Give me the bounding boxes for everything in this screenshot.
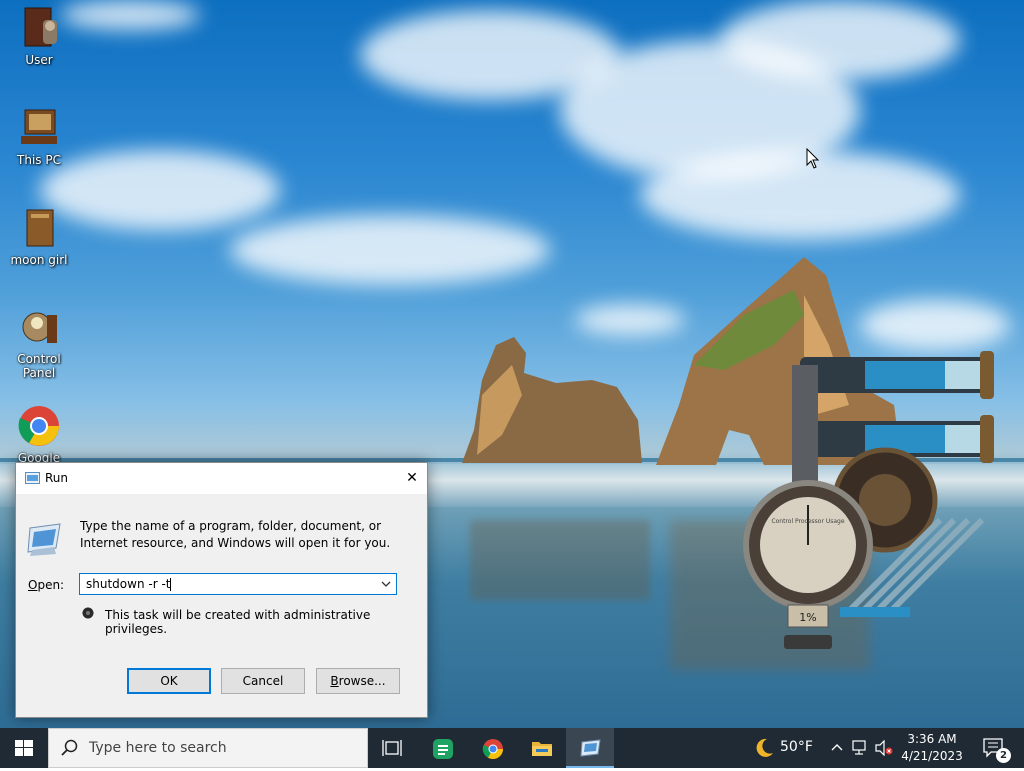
clock-time: 3:36 AM <box>907 732 957 746</box>
close-button[interactable]: ✕ <box>397 463 427 494</box>
search-placeholder: Type here to search <box>89 740 227 756</box>
gauge-percent-label: 1% <box>799 611 816 624</box>
folder-icon <box>17 206 61 250</box>
chevron-up-icon <box>831 744 843 751</box>
volume-muted-icon <box>875 740 893 756</box>
browse-button[interactable]: Browse... <box>316 668 400 694</box>
gauge-face-text: Control Processor Usage <box>771 518 844 525</box>
cloud-decoration <box>720 0 960 80</box>
file-explorer-taskbar-button[interactable] <box>517 728 565 768</box>
weather-widget[interactable]: 50°F <box>750 728 822 768</box>
cloud-decoration <box>640 150 960 240</box>
desktop-icon-label: moon girl <box>10 253 68 267</box>
close-icon: ✕ <box>406 470 418 486</box>
file-explorer-icon <box>532 742 552 756</box>
clock-date: 4/21/2023 <box>901 749 963 763</box>
run-program-icon <box>27 523 61 556</box>
desktop-icon-this-pc[interactable]: This PC <box>0 106 78 167</box>
open-input[interactable]: shutdown -r -t <box>79 573 397 595</box>
sheets-icon <box>433 739 453 759</box>
desktop-icon-label: User <box>25 53 53 67</box>
windows-logo-icon <box>15 740 33 756</box>
run-dialog: Run ✕ Type the name of a program, folder… <box>15 462 428 718</box>
run-taskbar-button[interactable] <box>566 728 614 768</box>
browse-accel: B <box>330 674 339 688</box>
moon-icon <box>756 738 773 757</box>
admin-shield-icon <box>82 607 94 619</box>
run-dialog-title: Run <box>45 471 69 485</box>
run-app-icon <box>580 739 601 757</box>
taskbar: Type here to search 50°F 3:36 AM 4/21/20… <box>0 728 1024 768</box>
computer-icon <box>17 106 61 150</box>
notification-count-badge: 2 <box>996 748 1011 763</box>
chrome-taskbar-button[interactable] <box>468 728 516 768</box>
desktop-icon-label: This PC <box>17 153 61 167</box>
show-hidden-icons-button[interactable] <box>828 728 846 768</box>
desktop-icon-label: Control Panel <box>17 352 61 380</box>
sheets-taskbar-button[interactable] <box>418 728 466 768</box>
open-label: Open: <box>28 578 64 592</box>
desktop-icon-moon-girl[interactable]: moon girl <box>0 206 78 267</box>
taskbar-clock[interactable]: 3:36 AM 4/21/2023 <box>895 731 969 771</box>
control-panel-icon <box>17 305 61 349</box>
ok-button[interactable]: OK <box>127 668 211 694</box>
open-input-value: shutdown -r -t <box>86 577 175 591</box>
text-caret <box>170 578 171 591</box>
volume-tray-button[interactable] <box>873 728 893 768</box>
task-view-icon <box>382 740 402 756</box>
network-icon <box>852 740 866 755</box>
mouse-pointer-icon <box>806 148 820 169</box>
taskbar-search-box[interactable]: Type here to search <box>48 728 368 768</box>
run-app-icon <box>25 472 40 484</box>
search-icon <box>61 739 78 756</box>
run-dialog-description: Type the name of a program, folder, docu… <box>80 519 391 550</box>
cloud-decoration <box>230 215 550 285</box>
chevron-down-icon[interactable] <box>379 576 393 592</box>
task-view-button[interactable] <box>368 728 416 768</box>
cpu-gauge-widget: Control Processor Usage 1% <box>743 351 994 649</box>
network-tray-button[interactable] <box>850 728 870 768</box>
chrome-icon <box>482 739 503 759</box>
admin-privileges-note: This task will be created with administr… <box>105 608 371 636</box>
action-center-button[interactable]: 2 <box>974 728 1020 768</box>
start-button[interactable] <box>0 728 48 768</box>
rock-formation-left <box>462 337 642 463</box>
cancel-button[interactable]: Cancel <box>221 668 305 694</box>
cloud-decoration <box>60 0 200 30</box>
desktop-icon-user[interactable]: User <box>0 6 78 67</box>
run-dialog-titlebar[interactable]: Run ✕ <box>16 463 427 494</box>
chrome-icon <box>17 404 61 448</box>
weather-temperature: 50°F <box>780 739 813 755</box>
rock-reflection <box>470 520 650 600</box>
open-label-rest: pen: <box>37 578 65 592</box>
browse-rest: rowse... <box>338 674 386 688</box>
desktop-icon-control-panel[interactable]: Control Panel <box>0 305 78 380</box>
user-folder-icon <box>17 6 61 50</box>
